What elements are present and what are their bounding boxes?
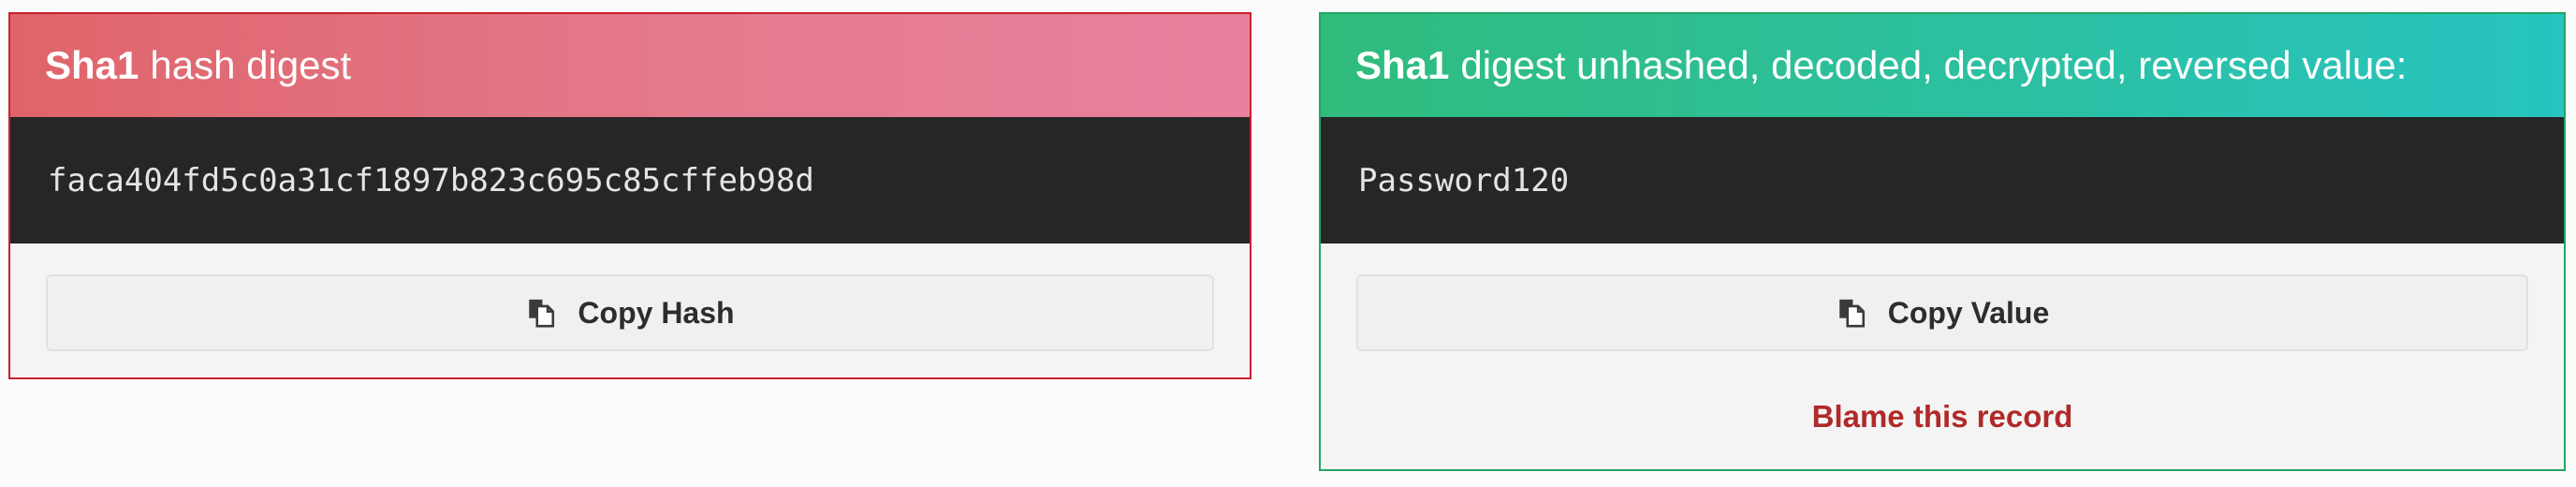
reversed-value-card: Sha1 digest unhashed, decoded, decrypted…	[1319, 12, 2566, 471]
copy-icon	[1836, 297, 1888, 329]
hash-digest-card: Sha1 hash digest faca404fd5c0a31cf1897b8…	[8, 12, 1251, 379]
copy-value-button[interactable]: Copy Value	[1356, 274, 2528, 351]
copy-hash-button[interactable]: Copy Hash	[46, 274, 1214, 351]
hash-algo-name: Sha1	[45, 43, 139, 87]
copy-icon	[525, 297, 578, 329]
hash-card-header: Sha1 hash digest	[10, 14, 1250, 117]
value-algo-name: Sha1	[1355, 43, 1450, 87]
copy-value-label: Copy Value	[1887, 295, 2050, 330]
value-card-title: digest unhashed, decoded, decrypted, rev…	[1460, 43, 2408, 87]
value-card-header: Sha1 digest unhashed, decoded, decrypted…	[1321, 14, 2564, 117]
reversed-value-display: Password120	[1321, 117, 2564, 244]
blame-record-link[interactable]: Blame this record	[1321, 389, 2564, 445]
hash-digest-display: faca404fd5c0a31cf1897b823c695c85cffeb98d	[10, 117, 1250, 244]
reversed-value-text: Password120	[1358, 161, 1570, 199]
hash-digest-text: faca404fd5c0a31cf1897b823c695c85cffeb98d	[48, 161, 814, 199]
hash-card-title: hash digest	[150, 43, 352, 87]
copy-hash-label: Copy Hash	[578, 295, 735, 330]
